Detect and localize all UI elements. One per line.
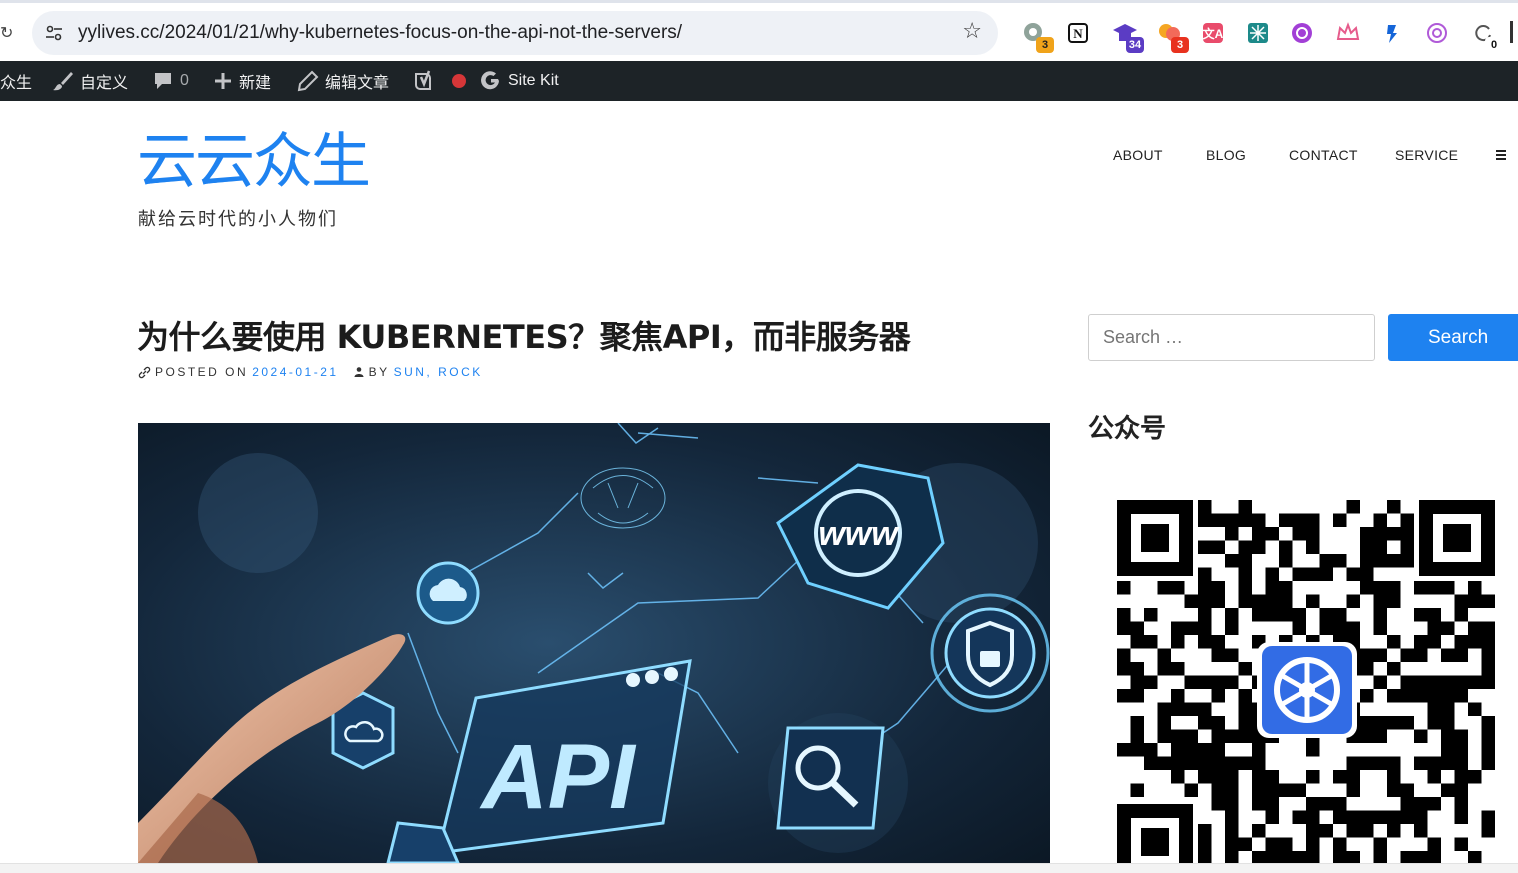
svg-text:文A: 文A — [1203, 26, 1224, 41]
admin-new[interactable]: 新建 — [213, 61, 271, 101]
chatgpt-ext-icon[interactable]: 3 — [1022, 21, 1054, 53]
address-bar[interactable]: yylives.cc/2024/01/21/why-kubernetes-foc… — [32, 11, 998, 55]
openai-icon[interactable] — [1425, 21, 1451, 47]
yoast-icon — [415, 70, 431, 90]
extension-badge: 34 — [1126, 37, 1144, 53]
translate-icon[interactable]: 文A — [1201, 21, 1227, 47]
admin-comment-count: 0 — [180, 72, 189, 89]
nav-service[interactable]: SERVICE — [1395, 147, 1458, 163]
bookmark-star-icon[interactable]: ☆ — [962, 19, 982, 44]
admin-new-label: 新建 — [239, 75, 272, 92]
admin-customize[interactable]: 自定义 — [52, 61, 128, 101]
reload-icon[interactable]: ↻ — [0, 23, 13, 42]
admin-comments[interactable]: 0 — [152, 61, 189, 101]
admin-customize-label: 自定义 — [80, 75, 129, 92]
toolbar-divider — [1510, 21, 1513, 43]
posted-on-label: POSTED ON — [155, 365, 249, 379]
author-link[interactable]: SUN, ROCK — [394, 365, 483, 379]
extension-badge: 0 — [1485, 37, 1503, 53]
kubernetes-logo-icon — [1262, 646, 1352, 734]
bubbles-icon[interactable]: 3 — [1157, 21, 1189, 53]
nav-contact[interactable]: CONTACT — [1289, 147, 1358, 163]
wechat-widget-title: 公众号 — [1088, 414, 1167, 444]
site-tagline: 献给云时代的小人物们 — [138, 209, 338, 230]
search-button[interactable]: Search — [1388, 314, 1518, 361]
window-bottom-edge — [0, 863, 1518, 873]
menu-toggle-icon[interactable] — [1496, 150, 1506, 162]
admin-site-kit-label: Site Kit — [508, 72, 559, 89]
by-label: BY — [368, 365, 390, 379]
admin-site-kit[interactable]: Site Kit — [480, 61, 559, 101]
grid-glyph-icon[interactable] — [1246, 21, 1272, 47]
graduation-cap-icon[interactable]: 34 — [1112, 21, 1144, 53]
notion-icon[interactable]: N — [1066, 21, 1092, 47]
purple-swirl-icon[interactable] — [1290, 21, 1316, 47]
post-title: 为什么要使用 KUBERNETES？聚焦API，而非服务器 — [137, 318, 911, 356]
browser-toolbar: ↻ yylives.cc/2024/01/21/why-kubernetes-f… — [0, 0, 1518, 61]
extension-badge: 3 — [1036, 37, 1054, 53]
plus-icon — [215, 73, 231, 89]
admin-edit-label: 编辑文章 — [325, 75, 390, 92]
admin-site-label: 众生 — [0, 75, 33, 92]
seo-status-dot — [452, 74, 466, 88]
comment-icon — [155, 73, 171, 89]
google-g-icon — [481, 71, 499, 90]
featured-image: www API — [138, 423, 1050, 863]
refresh-counter-icon[interactable]: 0 — [1471, 21, 1503, 53]
admin-edit-post[interactable]: 编辑文章 — [297, 61, 389, 101]
wechat-qr-code — [1117, 500, 1495, 863]
admin-site-name[interactable]: 众生 — [0, 61, 32, 101]
paintbrush-icon — [53, 72, 73, 91]
post-date-link[interactable]: 2024-01-21 — [252, 365, 338, 379]
crown-icon[interactable] — [1335, 21, 1361, 47]
svg-text:N: N — [1073, 26, 1083, 41]
author-icon — [354, 367, 364, 377]
wp-admin-bar: 众生 自定义 0 新建 编辑文章 Site Kit — [0, 61, 1518, 101]
url-text[interactable]: yylives.cc/2024/01/21/why-kubernetes-foc… — [78, 22, 682, 44]
nav-about[interactable]: ABOUT — [1113, 147, 1163, 163]
image-api-label: API — [479, 726, 637, 828]
site-title[interactable]: 云云众生 — [137, 132, 371, 192]
link-icon — [138, 366, 151, 378]
post-meta: POSTED ON 2024-01-21 BY SUN, ROCK — [138, 365, 483, 379]
site-info-icon[interactable] — [44, 23, 64, 43]
blue-pin-icon[interactable] — [1380, 21, 1406, 47]
nav-blog[interactable]: BLOG — [1206, 147, 1246, 163]
admin-yoast[interactable] — [412, 61, 466, 101]
extension-badge: 3 — [1171, 37, 1189, 53]
pencil-icon — [297, 70, 319, 92]
search-input[interactable] — [1088, 314, 1375, 361]
api-network-illustration: www API — [138, 423, 1050, 863]
svg-text:www: www — [818, 515, 900, 553]
